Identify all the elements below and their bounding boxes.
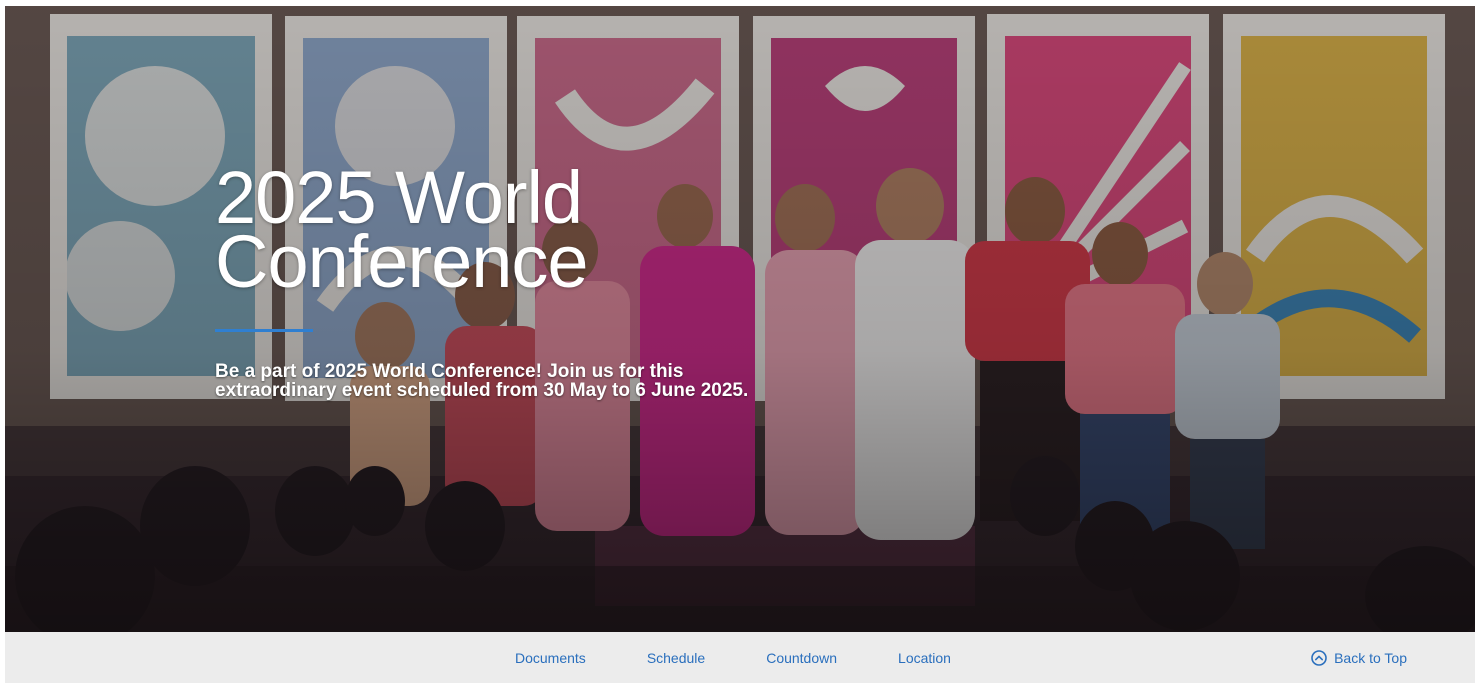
section-nav: Documents Schedule Countdown Location Ba… [5,632,1475,683]
chevron-up-circle-icon [1311,649,1327,666]
title-line-2: Conference [215,220,589,303]
hero-banner: 2025 World Conference Be a part of 2025 W… [5,6,1475,632]
nav-link-countdown[interactable]: Countdown [766,650,837,666]
nav-link-documents[interactable]: Documents [515,650,586,666]
section-nav-links: Documents Schedule Countdown Location [515,632,1012,683]
back-to-top-label: Back to Top [1334,649,1407,666]
nav-link-location[interactable]: Location [898,650,951,666]
back-to-top-button[interactable]: Back to Top [1311,632,1407,683]
title-divider [215,329,313,332]
hero-description: Be a part of 2025 World Conference! Join… [215,361,749,401]
nav-link-schedule[interactable]: Schedule [647,650,705,666]
page: 2025 World Conference Be a part of 2025 W… [0,0,1484,683]
hero-content: 2025 World Conference Be a part of 2025 W… [215,161,775,401]
page-title: 2025 World Conference [215,161,775,299]
